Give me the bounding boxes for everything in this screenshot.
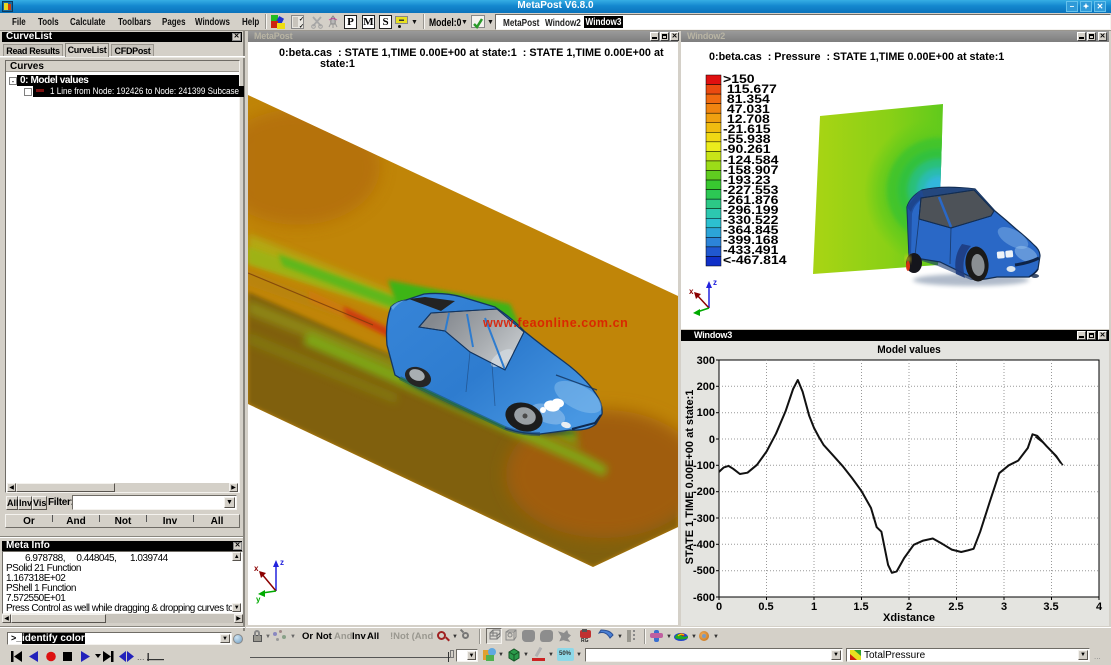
- svg-text:y: y: [256, 595, 261, 604]
- svg-text:x: x: [254, 564, 259, 573]
- svg-text:z: z: [280, 558, 284, 567]
- svg-text:...: ...: [137, 652, 145, 662]
- svg-text:x: x: [689, 287, 694, 296]
- svg-text:z: z: [713, 278, 717, 287]
